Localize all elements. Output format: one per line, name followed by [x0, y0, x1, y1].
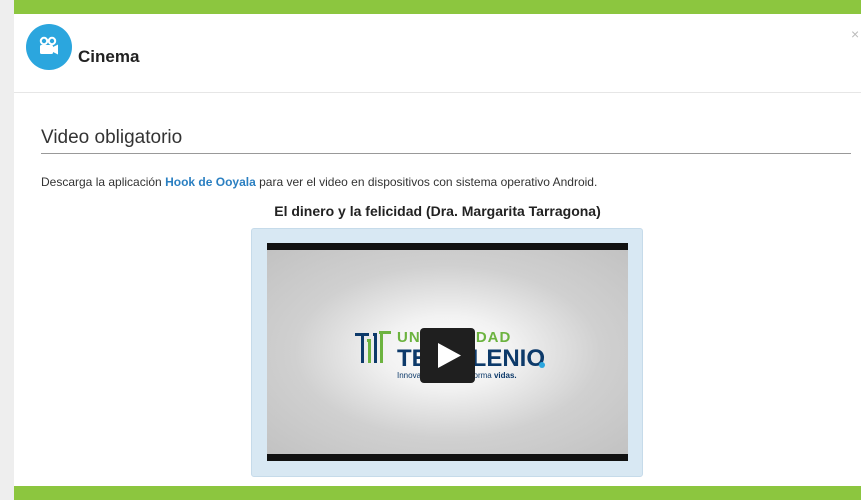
modal-title: Cinema	[78, 47, 140, 66]
logo-registered-dot	[539, 362, 545, 368]
close-icon[interactable]: ×	[851, 26, 861, 42]
section-title: Video obligatorio	[41, 127, 183, 148]
cinema-modal: Cinema × Video obligatorio Descarga la a…	[14, 14, 861, 486]
video-player[interactable]: UNIVERSIDAD TECMILENIO Innovación que tr…	[267, 243, 628, 461]
description-text: Descarga la aplicación Hook de Ooyala pa…	[41, 175, 597, 189]
section-divider	[41, 153, 851, 154]
background-strip	[0, 0, 14, 500]
play-icon	[438, 343, 461, 368]
modal-header: Cinema ×	[14, 14, 861, 93]
video-title: El dinero y la felicidad (Dra. Margarita…	[274, 203, 601, 219]
logo-tagline-bold: vidas.	[493, 371, 517, 380]
description-prefix: Descarga la aplicación	[41, 175, 166, 189]
video-frame: UNIVERSIDAD TECMILENIO Innovación que tr…	[251, 228, 643, 477]
video-thumbnail: UNIVERSIDAD TECMILENIO Innovación que tr…	[267, 250, 628, 454]
play-button[interactable]	[420, 328, 475, 383]
tecmilenio-logo-icon	[355, 331, 391, 363]
hook-ooyala-link[interactable]: Hook de Ooyala	[165, 175, 256, 189]
description-suffix: para ver el video en dispositivos con si…	[255, 175, 598, 189]
film-camera-icon	[26, 24, 72, 70]
